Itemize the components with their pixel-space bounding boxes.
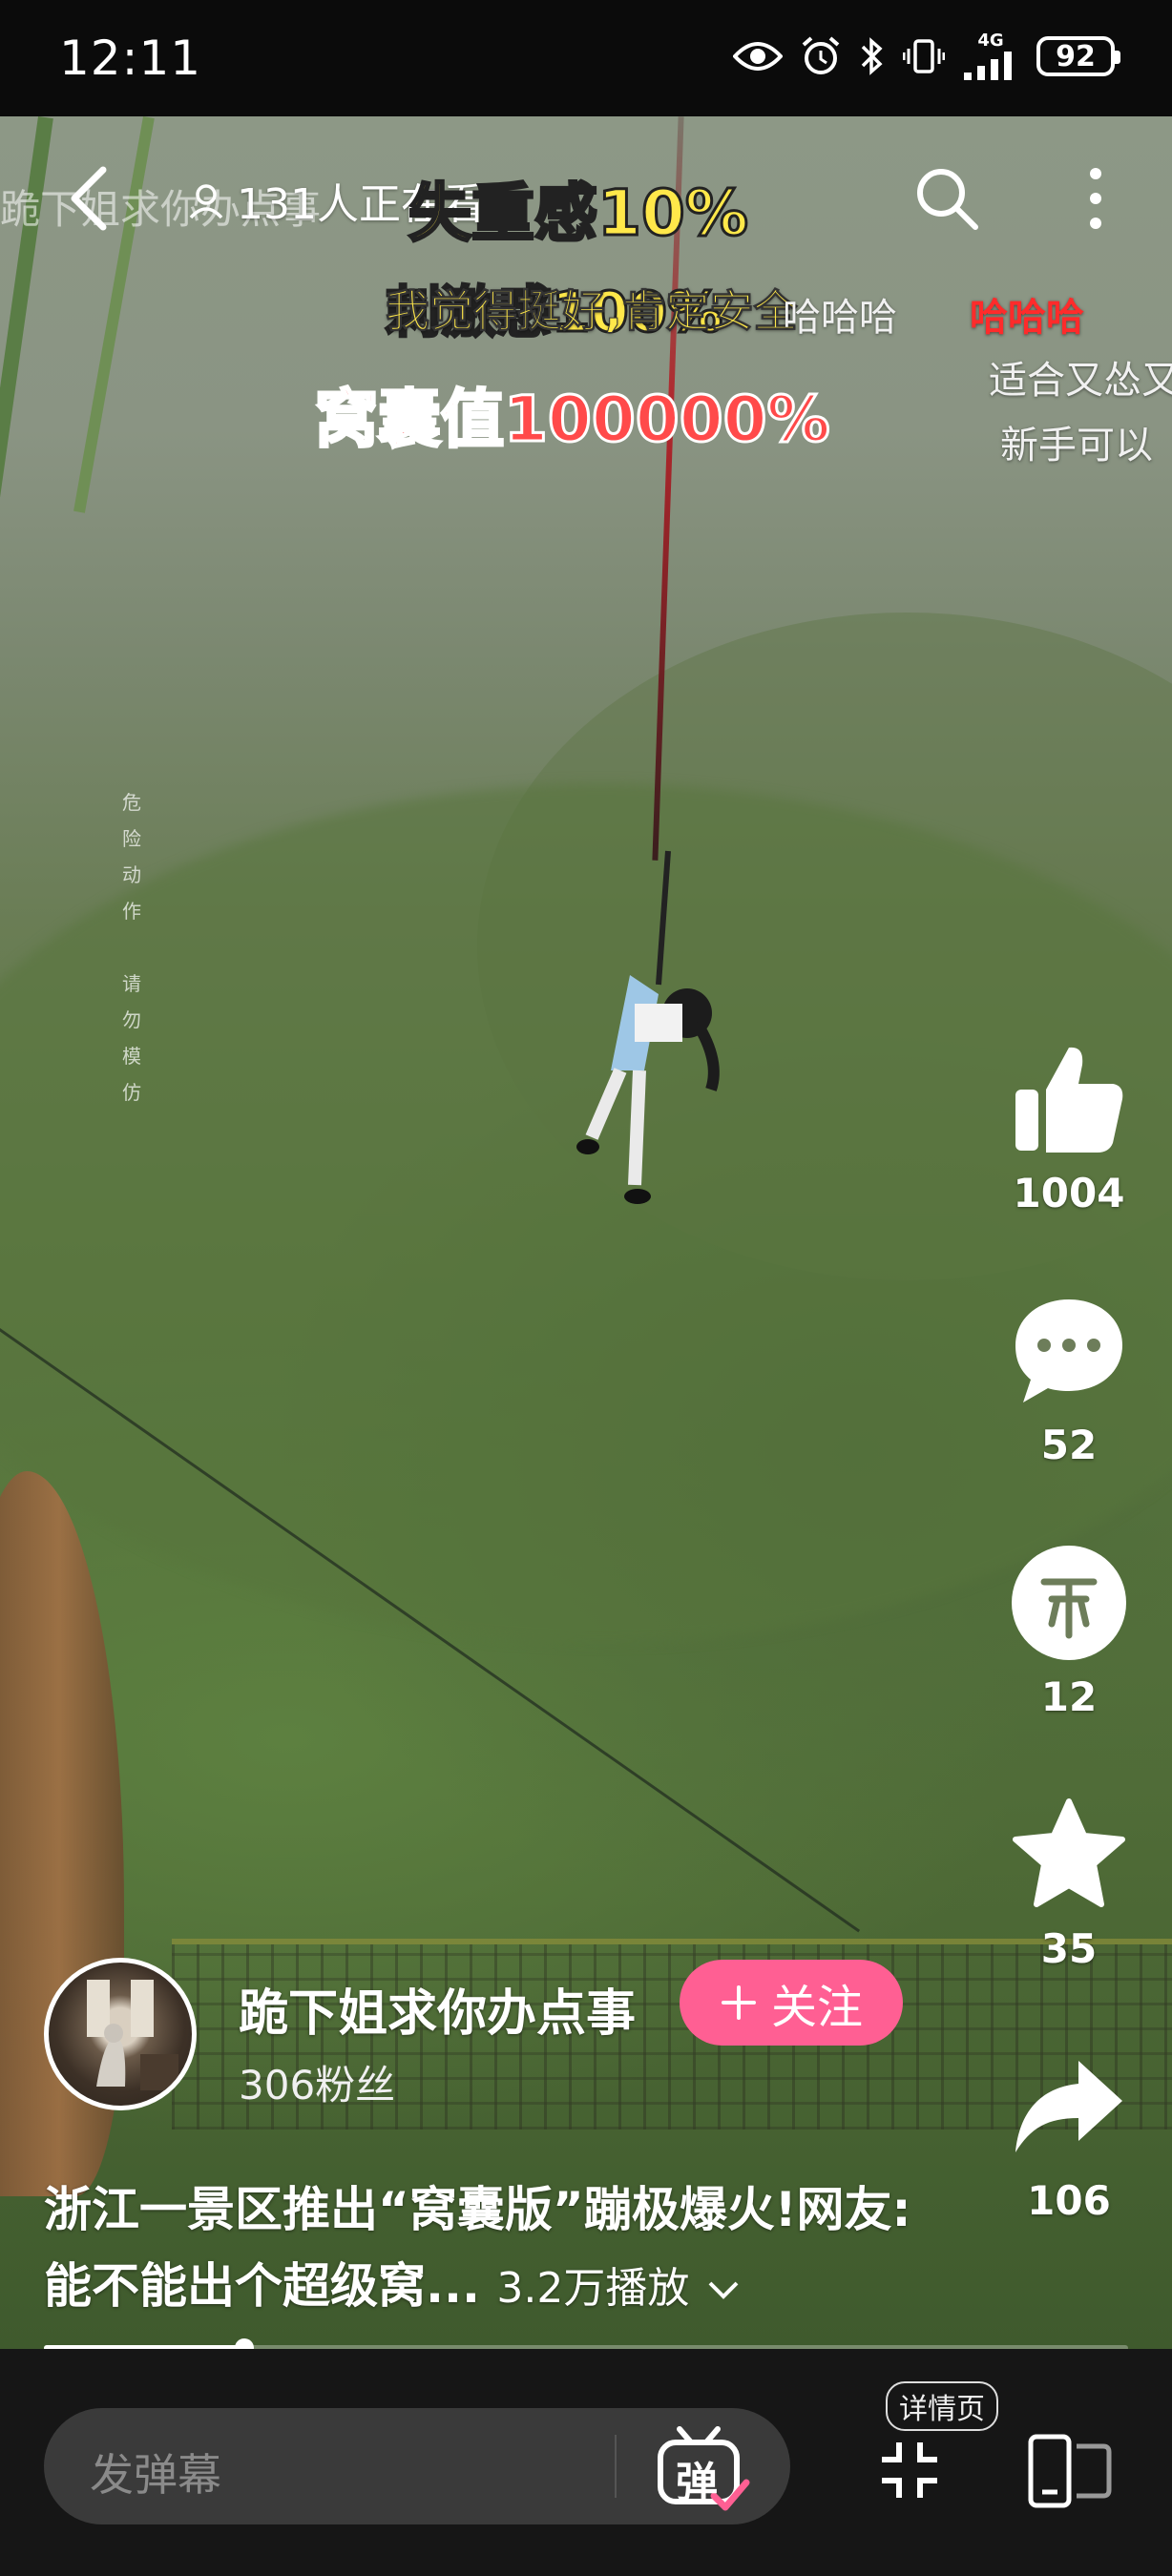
like-button[interactable]: 1004 <box>993 1040 1145 1216</box>
status-time: 12:11 <box>59 31 202 86</box>
danmaku-item: 新手可以 <box>1000 424 1153 467</box>
jumper-figure <box>576 850 720 1204</box>
coin-icon <box>1012 1546 1126 1660</box>
person-icon <box>189 184 223 219</box>
view-count: 3.2万播放 <box>496 2264 690 2313</box>
thumbs-up-icon <box>1015 1047 1123 1153</box>
battery-level: 92 <box>1056 39 1096 73</box>
details-page-button[interactable]: 详情页 <box>886 2381 998 2431</box>
avatar-image <box>87 1980 178 2090</box>
danmaku-input[interactable]: 发弹幕 弹 <box>44 2408 790 2524</box>
share-button[interactable]: 106 <box>993 2047 1145 2224</box>
back-arrow-icon[interactable] <box>61 160 118 237</box>
danmaku-toggle-label: 弹 <box>676 2459 718 2507</box>
bluetooth-icon <box>861 37 883 75</box>
favorite-button[interactable]: 35 <box>993 1796 1145 1972</box>
eye-icon <box>733 42 783 71</box>
share-count: 106 <box>1027 2177 1111 2224</box>
danmaku-toggle-button[interactable]: 弹 <box>651 2421 756 2517</box>
share-icon <box>1015 2061 1122 2152</box>
search-icon[interactable] <box>912 164 981 233</box>
vibrate-icon <box>903 39 945 73</box>
status-bar: 12:11 4G 92 <box>0 0 1172 116</box>
status-icons: 4G 92 <box>733 32 1120 80</box>
follow-label: 关注 <box>770 1981 863 2034</box>
danmaku-item: 哈哈哈 <box>783 296 897 340</box>
fans-count: 306粉丝 <box>239 2062 396 2109</box>
danmaku-placeholder: 发弹幕 <box>90 2449 221 2501</box>
comment-icon <box>1015 1299 1122 1402</box>
danmaku-item: 哈哈哈 <box>970 296 1084 340</box>
network-label: 4G <box>977 31 1004 51</box>
comment-count: 52 <box>1040 1422 1098 1468</box>
video-title-text: 浙江一景区推出“窝囊版”蹦极爆火!网友:能不能出个超级窝... <box>44 2182 911 2314</box>
signal-icon <box>964 52 1012 80</box>
battery-icon: 92 <box>1036 36 1120 76</box>
chevron-down-icon[interactable] <box>706 2277 741 2302</box>
caption-coward-value: 窝囊值100000% <box>314 382 832 458</box>
danmaku-overlay: 我觉得挺好,肯定安全 <box>385 285 798 338</box>
plus-icon <box>721 1985 756 2020</box>
star-icon <box>1013 1798 1125 1907</box>
caption-weightlessness: 失重感10% <box>408 176 750 252</box>
alarm-icon <box>802 36 840 74</box>
danmaku-item: 适合又怂又 <box>989 359 1172 403</box>
network-type: 4G <box>962 32 1019 80</box>
warning-text: 危险动作请勿模仿 <box>122 791 141 1104</box>
favorite-count: 35 <box>1040 1925 1098 1972</box>
like-count: 1004 <box>1013 1170 1125 1216</box>
coin-count: 12 <box>1040 1673 1098 1720</box>
follow-button[interactable]: 关注 <box>680 1960 903 2046</box>
more-vertical-icon[interactable] <box>1077 160 1115 237</box>
input-divider <box>615 2435 617 2498</box>
comment-button[interactable]: 52 <box>993 1292 1145 1468</box>
exit-fullscreen-icon[interactable] <box>878 2439 941 2502</box>
author-name[interactable]: 跪下姐求你办点事 <box>239 1973 636 2045</box>
screen-rotate-icon[interactable] <box>1027 2433 1113 2509</box>
coin-button[interactable]: 12 <box>993 1544 1145 1720</box>
avatar[interactable] <box>44 1958 197 2110</box>
video-title[interactable]: 浙江一景区推出“窝囊版”蹦极爆火!网友:能不能出个超级窝... 3.2万播放 <box>44 2171 941 2327</box>
